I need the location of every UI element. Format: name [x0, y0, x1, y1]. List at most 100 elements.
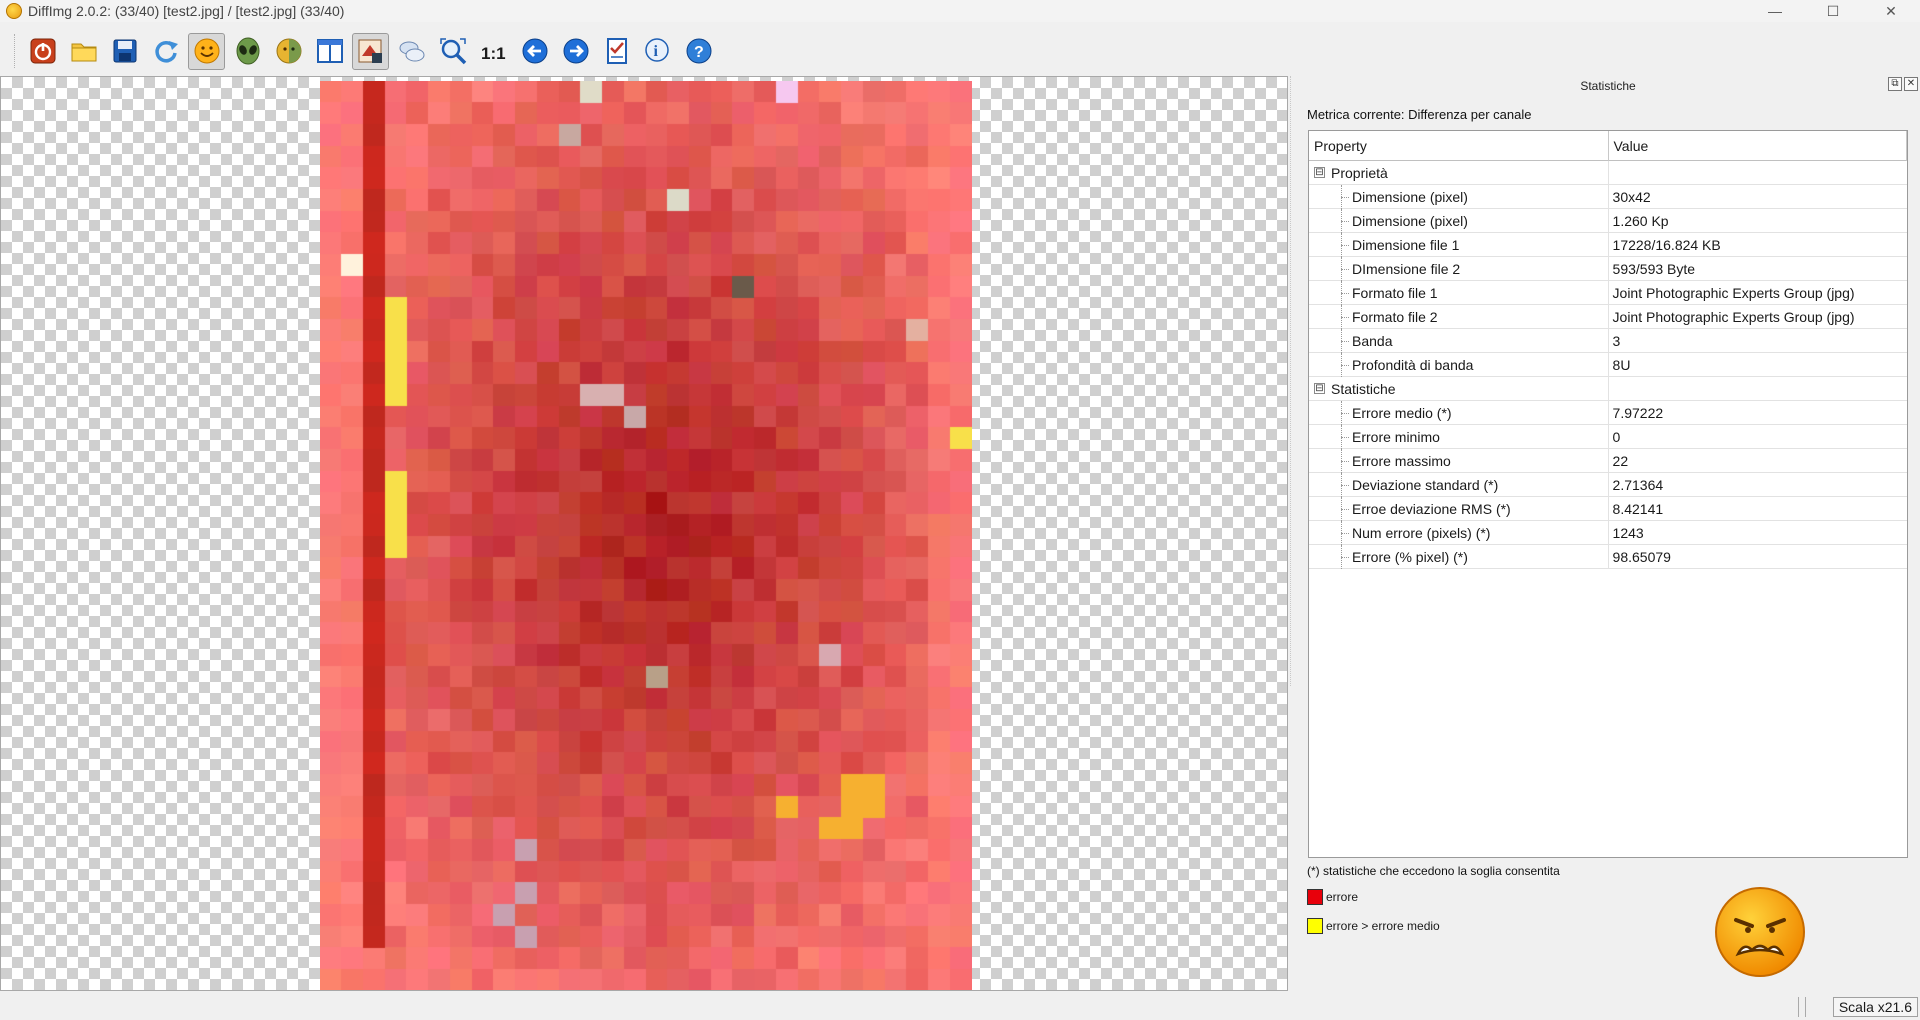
property-cell: Dimensione (pixel)	[1309, 209, 1609, 233]
smiley-button[interactable]	[188, 32, 225, 70]
property-name: Dimensione (pixel)	[1352, 188, 1468, 205]
zoom-fit-icon	[439, 38, 466, 65]
app-icon	[6, 3, 22, 19]
difference-image[interactable]	[320, 81, 972, 990]
value-cell: 30x42	[1609, 185, 1907, 208]
property-table[interactable]: Property Value ⊟ Proprietà Dimensione (pix…	[1308, 130, 1908, 858]
tree-branch	[1341, 485, 1349, 486]
next-button[interactable]	[557, 33, 594, 70]
dual-panel-button[interactable]	[311, 33, 348, 70]
table-row[interactable]: Dimensione (pixel) 30x42	[1309, 185, 1907, 209]
tree-branch	[1341, 557, 1349, 558]
property-value: 8U	[1612, 356, 1631, 373]
table-row[interactable]: Deviazione standard (*) 2.71364	[1309, 473, 1907, 497]
open-button[interactable]	[65, 33, 102, 70]
zoom-1to1-button[interactable]: 1:1	[475, 33, 512, 70]
save-button[interactable]	[106, 33, 143, 70]
table-row[interactable]: Formato file 2 Joint Photographic Experts…	[1309, 305, 1907, 329]
minimize-button[interactable]: —	[1746, 0, 1804, 22]
zoom-1to1-label: 1:1	[481, 44, 506, 63]
status-grip	[1798, 997, 1806, 1017]
property-name: Formato file 1	[1352, 284, 1438, 301]
tree-branch	[1341, 413, 1349, 414]
property-name: DImensione file 2	[1352, 260, 1461, 277]
dock-float-button[interactable]: ⧉	[1888, 77, 1902, 91]
property-cell: DImensione file 2	[1309, 257, 1609, 281]
table-row[interactable]: Dimensione file 1 17228/16.824 KB	[1309, 233, 1907, 257]
legend-label: errore	[1326, 890, 1359, 904]
value-cell: 98.65079	[1609, 545, 1907, 568]
property-value: 22	[1612, 452, 1629, 469]
zoom-fit-button[interactable]	[434, 33, 471, 70]
table-row[interactable]: Formato file 1 Joint Photographic Experts…	[1309, 281, 1907, 305]
property-name: Errore medio (*)	[1352, 404, 1452, 421]
tree-branch	[1341, 461, 1349, 462]
table-row[interactable]: Errore (% pixel) (*) 98.65079	[1309, 545, 1907, 569]
group-value-cell	[1609, 377, 1907, 400]
table-row[interactable]: Errore massimo 22	[1309, 449, 1907, 473]
panel-splitter[interactable]	[1290, 76, 1294, 686]
value-cell: 22	[1609, 449, 1907, 472]
legend-item-error: errore	[1307, 889, 1358, 905]
value-cell: 1243	[1609, 521, 1907, 544]
checklist-button[interactable]	[598, 33, 635, 70]
property-value: 7.97222	[1612, 404, 1664, 421]
group-name: Statistiche	[1331, 380, 1396, 397]
image-viewer[interactable]	[0, 76, 1288, 991]
group-row[interactable]: ⊟ Statistiche	[1309, 377, 1907, 401]
group-name: Proprietà	[1331, 164, 1388, 181]
header-value[interactable]: Value	[1609, 131, 1907, 161]
legend-swatch-yellow	[1307, 918, 1323, 934]
info-icon: i	[644, 38, 669, 62]
chat-bubbles-icon	[399, 41, 424, 62]
table-row[interactable]: Errore minimo 0	[1309, 425, 1907, 449]
property-value: 98.65079	[1612, 548, 1671, 565]
table-row[interactable]: Profondità di banda 8U	[1309, 353, 1907, 377]
collapse-icon[interactable]: ⊟	[1314, 167, 1325, 178]
group-row[interactable]: ⊟ Proprietà	[1309, 161, 1907, 185]
property-cell: Dimensione file 1	[1309, 233, 1609, 257]
tree-branch	[1341, 197, 1349, 198]
help-button[interactable]: ?	[680, 33, 717, 70]
table-row[interactable]: Errore medio (*) 7.97222	[1309, 401, 1907, 425]
maximize-button[interactable]: ☐	[1804, 0, 1862, 22]
smiley-swap-button[interactable]	[270, 33, 307, 70]
property-value: 17228/16.824 KB	[1612, 236, 1721, 253]
collapse-icon[interactable]: ⊟	[1314, 383, 1325, 394]
table-row[interactable]: Erroe deviazione RMS (*) 8.42141	[1309, 497, 1907, 521]
property-name: Dimensione (pixel)	[1352, 212, 1468, 229]
table-row[interactable]: Num errore (pixels) (*) 1243	[1309, 521, 1907, 545]
tree-branch	[1341, 341, 1349, 342]
refresh-button[interactable]	[147, 33, 184, 70]
tree-branch	[1341, 245, 1349, 246]
table-row[interactable]: DImensione file 2 593/593 Byte	[1309, 257, 1907, 281]
table-row[interactable]: Banda 3	[1309, 329, 1907, 353]
property-value: 3	[1612, 332, 1621, 349]
close-button[interactable]: ✕	[1862, 0, 1920, 22]
difference-view-button[interactable]	[352, 32, 389, 70]
property-name: Dimensione file 1	[1352, 236, 1460, 253]
header-property[interactable]: Property	[1309, 131, 1609, 161]
alien-icon	[236, 37, 259, 65]
comments-button[interactable]	[393, 33, 430, 70]
value-cell: 8U	[1609, 353, 1907, 376]
table-row[interactable]: Dimensione (pixel) 1.260 Kp	[1309, 209, 1907, 233]
open-folder-icon	[71, 43, 96, 62]
help-icon: ?	[686, 38, 711, 64]
info-button[interactable]: i	[639, 33, 676, 70]
property-cell: Formato file 2	[1309, 305, 1609, 329]
alien-button[interactable]	[229, 33, 266, 70]
next-arrow-icon	[563, 38, 588, 64]
toolbar-grip[interactable]	[14, 34, 18, 68]
property-value: 30x42	[1612, 188, 1651, 205]
dock-close-button[interactable]: ✕	[1904, 77, 1918, 91]
metric-label: Metrica corrente: Differenza per canale	[1307, 107, 1532, 122]
property-name: Banda	[1352, 332, 1393, 349]
property-name: Formato file 2	[1352, 308, 1438, 325]
tree-branch	[1341, 221, 1349, 222]
window-title: DiffImg 2.0.2: (33/40) [test2.jpg] / [te…	[28, 3, 345, 19]
legend-item-error-above-mean: errore > errore medio	[1307, 918, 1440, 934]
quit-button[interactable]	[24, 33, 61, 70]
property-value: Joint Photographic Experts Group (jpg)	[1612, 284, 1855, 301]
previous-button[interactable]	[516, 33, 553, 70]
